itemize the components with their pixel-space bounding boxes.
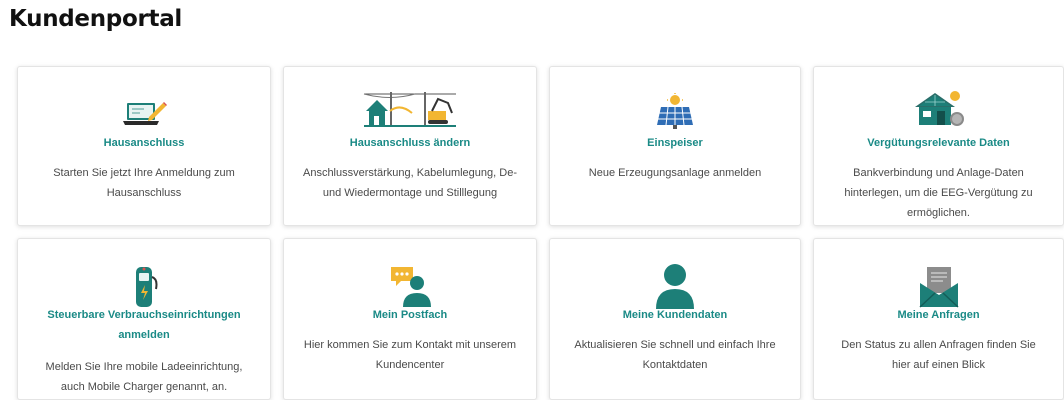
envelope-letter-icon <box>814 249 1063 309</box>
house-excavator-icon <box>284 85 536 129</box>
card-description: Aktualisieren Sie schnell und einfach Ih… <box>574 339 776 371</box>
ev-charger-icon <box>18 249 270 309</box>
card-title: Meine Anfragen <box>897 309 980 321</box>
card-hausanschluss[interactable]: Hausanschluss Starten Sie jetzt Ihre Anm… <box>17 66 271 226</box>
card-title: Vergütungsrelevante Daten <box>867 137 1010 149</box>
person-chat-icon <box>284 249 536 309</box>
card-meine-kundendaten[interactable]: Meine Kundendaten Aktualisieren Sie schn… <box>549 238 801 400</box>
page-title: Kundenportal <box>9 6 183 32</box>
laptop-pen-icon <box>18 85 270 129</box>
solar-panel-icon <box>550 85 800 129</box>
card-mein-postfach[interactable]: Mein Postfach Hier kommen Sie zum Kontak… <box>283 238 537 400</box>
person-icon <box>550 249 800 309</box>
card-description: Bankverbindung und Anlage-Daten hinterle… <box>844 167 1033 219</box>
card-title: Mein Postfach <box>372 309 448 321</box>
card-description: Hier kommen Sie zum Kontakt mit unserem … <box>303 339 517 371</box>
card-description: Neue Erzeugungsanlage anmelden <box>588 167 762 179</box>
card-title: Hausanschluss <box>103 137 185 149</box>
card-title: Hausanschluss ändern <box>349 137 471 149</box>
card-title: Meine Kundendaten <box>622 309 728 321</box>
card-hausanschluss-aendern[interactable]: Hausanschluss ändern Anschlussverstärkun… <box>283 66 537 226</box>
card-description: Melden Sie Ihre mobile Ladeeinrichtung, … <box>45 361 243 393</box>
card-description: Starten Sie jetzt Ihre Anmeldung zum Hau… <box>53 167 235 199</box>
card-description: Den Status zu allen Anfragen finden Sie … <box>841 339 1036 371</box>
card-title: Einspeiser <box>647 137 703 149</box>
card-steuerbare-verbrauchseinrichtungen[interactable]: Steuerbare Verbrauchseinrichtungen anmel… <box>17 238 271 400</box>
card-meine-anfragen[interactable]: Meine Anfragen Den Status zu allen Anfra… <box>813 238 1064 400</box>
card-description: Anschlussverstärkung, Kabelumlegung, De-… <box>302 167 517 199</box>
card-title: Steuerbare Verbrauchseinrichtungen anmel… <box>47 309 241 341</box>
solar-house-icon <box>814 85 1063 129</box>
card-einspeiser[interactable]: Einspeiser Neue Erzeugungsanlage anmelde… <box>549 66 801 226</box>
card-verguetungsrelevante-daten[interactable]: Vergütungsrelevante Daten Bankverbindung… <box>813 66 1064 226</box>
